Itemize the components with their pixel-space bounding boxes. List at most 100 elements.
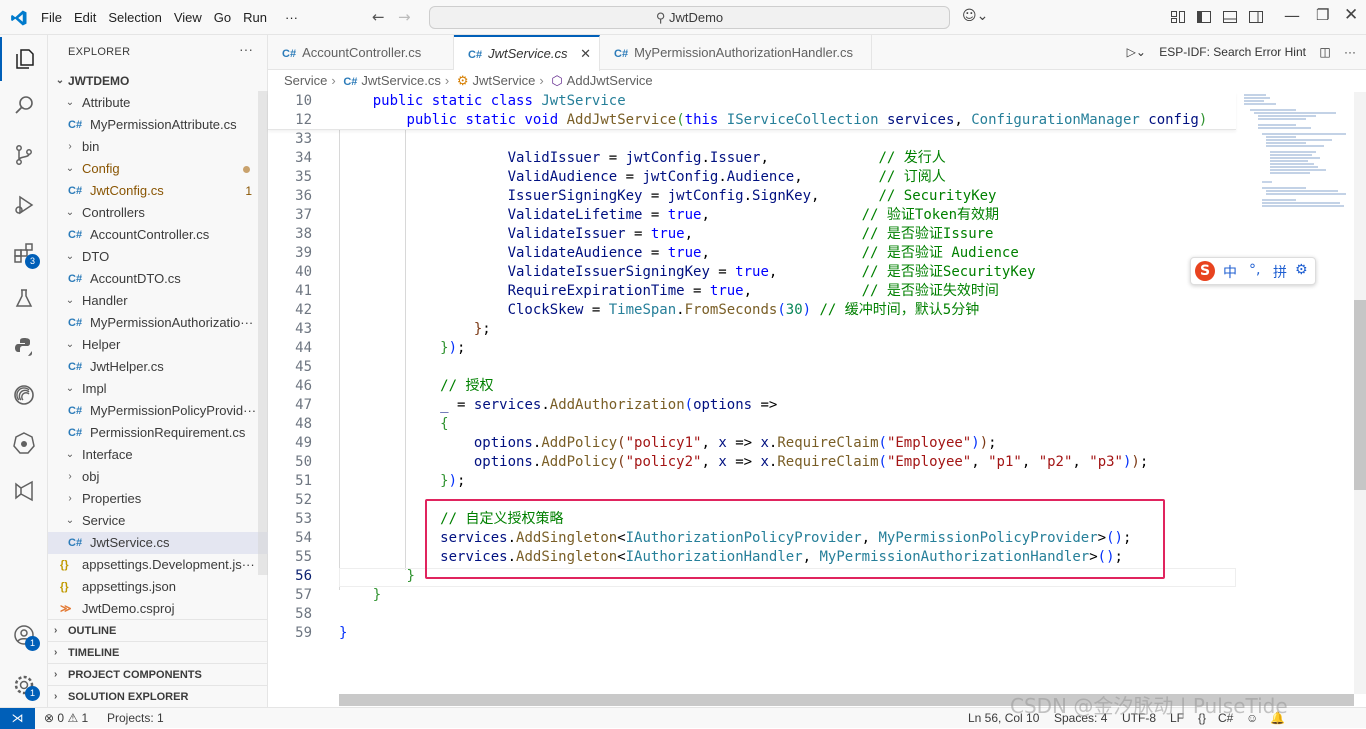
code-line[interactable]: 57 } xyxy=(268,586,1236,605)
sidebar-scrollbar[interactable] xyxy=(258,91,268,575)
code-line[interactable]: 35 ValidAudience = jwtConfig.Audience, /… xyxy=(268,168,1236,187)
code-line[interactable]: 48 { xyxy=(268,415,1236,434)
tree-file[interactable]: C# JwtHelper.cs xyxy=(48,356,268,378)
breadcrumb-item[interactable]: JwtService.cs xyxy=(361,73,440,88)
code-line[interactable]: 43 }; xyxy=(268,320,1236,339)
sticky-line[interactable]: 10 public static class JwtService xyxy=(268,92,1236,111)
ime-lang[interactable]: 中 xyxy=(1223,262,1237,282)
tree-folder[interactable]: ⌄ Helper xyxy=(48,334,268,356)
breadcrumb-item[interactable]: AddJwtService xyxy=(567,73,653,88)
section-project-components[interactable]: › PROJECT COMPONENTS xyxy=(48,663,268,685)
explorer-icon[interactable] xyxy=(0,37,48,81)
code-line[interactable]: 44 }); xyxy=(268,339,1236,358)
sticky-line[interactable]: 12 public static void AddJwtService(this… xyxy=(268,111,1236,130)
tab-my-permission-authorization-handler[interactable]: C# MyPermissionAuthorizationHandler.cs xyxy=(600,35,872,70)
tab-account-controller[interactable]: C# AccountController.cs xyxy=(268,35,454,70)
tree-file[interactable]: C# MyPermissionPolicyProvid··· xyxy=(48,400,268,422)
tree-file[interactable]: C# JwtService.cs xyxy=(48,532,268,554)
menu-view[interactable]: View xyxy=(168,10,208,25)
source-control-icon[interactable] xyxy=(0,133,48,177)
kubernetes-icon[interactable] xyxy=(0,421,48,465)
code-line[interactable]: 38 ValidateIssuer = true, // 是否验证Issure xyxy=(268,225,1236,244)
vertical-scrollbar-thumb[interactable] xyxy=(1354,300,1366,490)
tree-file[interactable]: C# MyPermissionAttribute.cs xyxy=(48,114,268,136)
problems-indicator[interactable]: ⊗ 0 ⚠ 1 xyxy=(44,708,88,728)
code-line[interactable]: 41 RequireExpirationTime = true, // 是否验证… xyxy=(268,282,1236,301)
customize-layout-icon[interactable] xyxy=(1170,9,1186,25)
ime-toolbar[interactable]: S 中 °, 拼 ⚙ xyxy=(1190,257,1316,285)
tree-file[interactable]: {} appsettings.json xyxy=(48,576,268,598)
close-tab-icon[interactable]: ✕ xyxy=(580,37,591,70)
code-line[interactable]: 49 options.AddPolicy("policy1", x => x.R… xyxy=(268,434,1236,453)
menu-file[interactable]: File xyxy=(35,10,68,25)
code-line[interactable]: 39 ValidateAudience = true, // 是否验证 Audi… xyxy=(268,244,1236,263)
code-editor[interactable]: 33 34 ValidIssuer = jwtConfig.Issuer, // … xyxy=(268,92,1236,694)
remote-indicator-icon[interactable]: ⋊ xyxy=(0,708,35,729)
code-line[interactable]: 51 }); xyxy=(268,472,1236,491)
menu-run[interactable]: Run xyxy=(237,10,273,25)
esp-idf-icon[interactable] xyxy=(0,373,48,417)
tree-root[interactable]: ⌄ JWTDEMO xyxy=(48,70,268,92)
tree-file[interactable]: C# AccountController.cs xyxy=(48,224,268,246)
ime-punct[interactable]: °, xyxy=(1249,262,1260,278)
more-actions-icon[interactable]: ··· xyxy=(239,41,253,57)
accounts-icon[interactable]: 1 xyxy=(0,613,48,657)
tree-file[interactable]: C# AccountDTO.cs xyxy=(48,268,268,290)
close-window-icon[interactable]: ✕ xyxy=(1344,5,1360,25)
tree-file[interactable]: C# PermissionRequirement.cs xyxy=(48,422,268,444)
section-timeline[interactable]: › TIMELINE xyxy=(48,641,268,663)
code-line[interactable]: 36 IssuerSigningKey = jwtConfig.SignKey,… xyxy=(268,187,1236,206)
python-icon[interactable] xyxy=(0,325,48,369)
manage-gear-icon[interactable]: 1 xyxy=(0,663,48,707)
tree-folder[interactable]: ⌄ Controllers xyxy=(48,202,268,224)
code-line[interactable]: 50 options.AddPolicy("policy2", x => x.R… xyxy=(268,453,1236,472)
run-debug-icon[interactable] xyxy=(0,183,48,227)
toggle-sidebar-icon[interactable] xyxy=(1196,9,1212,25)
code-line[interactable]: 45 xyxy=(268,358,1236,377)
ime-settings-icon[interactable]: ⚙ xyxy=(1295,262,1308,278)
forward-arrow-icon[interactable]: → xyxy=(398,8,411,26)
split-editor-icon[interactable]: ◫ xyxy=(1319,45,1330,59)
extensions-icon[interactable]: 3 xyxy=(0,231,48,275)
breadcrumb-item[interactable]: Service xyxy=(284,73,327,88)
ime-mode[interactable]: 拼 xyxy=(1273,262,1287,282)
testing-flask-icon[interactable] xyxy=(0,277,48,321)
code-line[interactable]: 58 xyxy=(268,605,1236,624)
tree-folder[interactable]: ⌄ Interface xyxy=(48,444,268,466)
code-line[interactable]: 37 ValidateLifetime = true, // 验证Token有效… xyxy=(268,206,1236,225)
back-arrow-icon[interactable]: ← xyxy=(372,8,385,26)
tree-folder[interactable]: ⌄ Service xyxy=(48,510,268,532)
tree-folder[interactable]: › Properties xyxy=(48,488,268,510)
run-debug-dropdown-icon[interactable]: ▷⌄ xyxy=(1127,45,1146,59)
menu-more[interactable]: ··· xyxy=(279,10,304,25)
tree-file[interactable]: ≫ JwtDemo.csproj xyxy=(48,598,268,620)
tree-folder[interactable]: › bin xyxy=(48,136,268,158)
code-line[interactable]: 59} xyxy=(268,624,1236,643)
tree-file[interactable]: C# MyPermissionAuthorizatio··· xyxy=(48,312,268,334)
sticky-scroll[interactable]: 10 public static class JwtService 12 publ… xyxy=(268,92,1236,130)
breadcrumb-item[interactable]: JwtService xyxy=(472,73,535,88)
toggle-panel-icon[interactable] xyxy=(1222,9,1238,25)
minimap[interactable] xyxy=(1236,92,1354,694)
code-line[interactable]: 40 ValidateIssuerSigningKey = true, // 是… xyxy=(268,263,1236,282)
tree-file[interactable]: {} appsettings.Development.js··· xyxy=(48,554,268,576)
code-line[interactable]: 34 ValidIssuer = jwtConfig.Issuer, // 发行… xyxy=(268,149,1236,168)
tree-folder[interactable]: ⌄ DTO xyxy=(48,246,268,268)
code-line[interactable]: 46 // 授权 xyxy=(268,377,1236,396)
copilot-icon[interactable]: ☺⌄ xyxy=(962,8,988,24)
projects-status[interactable]: Projects: 1 xyxy=(107,708,164,728)
command-center-search[interactable]: ⚲ JwtDemo xyxy=(429,6,950,29)
minimize-icon[interactable]: — xyxy=(1284,6,1300,25)
menu-go[interactable]: Go xyxy=(208,10,237,25)
tree-folder[interactable]: › obj xyxy=(48,466,268,488)
csharp-devkit-icon[interactable] xyxy=(0,469,48,513)
restore-icon[interactable]: ❐ xyxy=(1316,6,1332,24)
tree-folder[interactable]: ⌄ Handler xyxy=(48,290,268,312)
section-solution-explorer[interactable]: › SOLUTION EXPLORER xyxy=(48,685,268,707)
code-line[interactable]: 42 ClockSkew = TimeSpan.FromSeconds(30) … xyxy=(268,301,1236,320)
esp-idf-search-error-hint[interactable]: ESP-IDF: Search Error Hint xyxy=(1159,45,1306,59)
tree-folder[interactable]: ⌄ Impl xyxy=(48,378,268,400)
code-line[interactable]: 47 _ = services.AddAuthorization(options… xyxy=(268,396,1236,415)
tree-file[interactable]: C# JwtConfig.cs 1 xyxy=(48,180,268,202)
toggle-secondary-sidebar-icon[interactable] xyxy=(1248,9,1264,25)
